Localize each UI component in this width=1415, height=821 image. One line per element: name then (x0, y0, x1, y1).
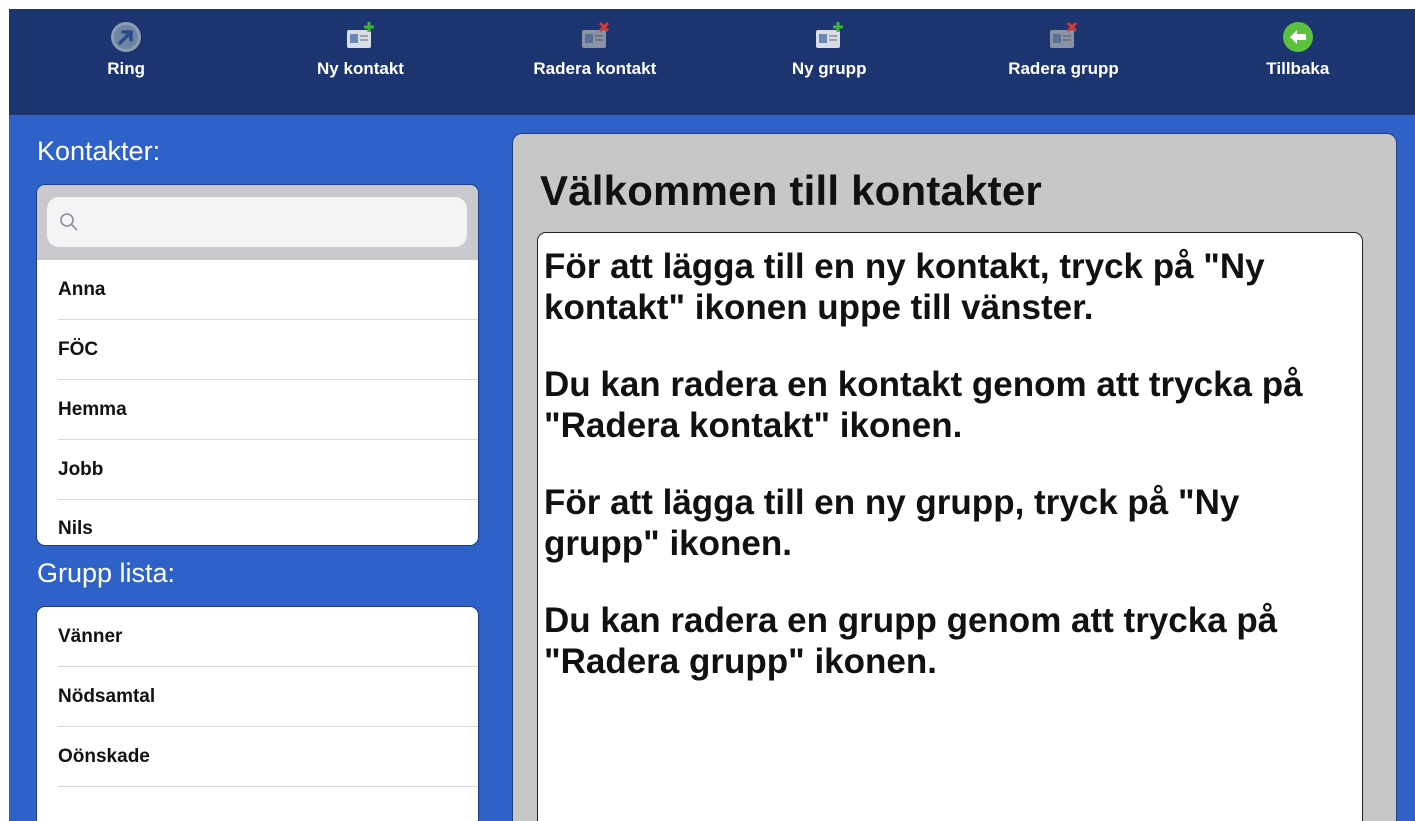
instruction-paragraph: För att lägga till en ny kontakt, tryck … (544, 247, 1265, 327)
instruction-paragraph: För att lägga till en ny grupp, tryck på… (544, 483, 1240, 563)
contact-item[interactable]: Hemma (37, 380, 478, 440)
groups-title: Grupp lista: (37, 558, 176, 588)
contacts-panel: Anna FÖC Hemma Jobb Nils (36, 184, 479, 546)
call-label: Ring (107, 59, 146, 78)
delete-group-button[interactable]: Radera grupp (946, 9, 1180, 115)
group-item[interactable]: Vänner (37, 607, 478, 667)
contact-item[interactable]: FÖC (37, 320, 478, 380)
new-group-button[interactable]: Ny grupp (712, 9, 946, 115)
add-contact-icon (347, 22, 375, 48)
groups-panel: Vänner Nödsamtal Oönskade (36, 606, 479, 821)
contact-item[interactable]: Anna (37, 260, 478, 320)
back-button[interactable]: Tillbaka (1181, 9, 1415, 115)
welcome-panel: Välkommen till kontakter För att lägga t… (512, 133, 1397, 821)
search-input[interactable] (87, 210, 461, 234)
new-group-label: Ny grupp (791, 59, 867, 78)
call-button[interactable]: Ring (9, 9, 243, 115)
delete-contact-label: Radera kontakt (533, 59, 657, 78)
new-contact-button[interactable]: Ny kontakt (243, 9, 477, 115)
group-item[interactable]: Nödsamtal (37, 667, 478, 727)
call-icon (111, 22, 142, 52)
welcome-title: Välkommen till kontakter (540, 167, 1042, 214)
search-icon (60, 213, 78, 231)
toolbar: Ring Ny kontakt Radera kontakt Ny grupp … (9, 9, 1415, 115)
search-field[interactable] (47, 197, 467, 247)
contact-item[interactable]: Nils (37, 500, 478, 540)
delete-contact-button[interactable]: Radera kontakt (478, 9, 712, 115)
contact-item[interactable]: Jobb (37, 440, 478, 500)
delete-group-label: Radera grupp (1008, 59, 1119, 78)
back-arrow-icon (1282, 22, 1313, 52)
group-item[interactable]: Oönskade (37, 727, 478, 787)
instructions-box: För att lägga till en ny kontakt, tryck … (537, 232, 1363, 821)
group-item[interactable] (37, 787, 478, 821)
contacts-app: Ring Ny kontakt Radera kontakt Ny grupp … (9, 9, 1415, 821)
instruction-paragraph: Du kan radera en kontakt genom att tryck… (544, 365, 1303, 445)
new-contact-label: Ny kontakt (317, 59, 404, 78)
add-group-icon (816, 22, 844, 48)
back-label: Tillbaka (1266, 59, 1330, 78)
instruction-paragraph: Du kan radera en grupp genom att trycka … (544, 601, 1278, 681)
contacts-title: Kontakter: (37, 136, 161, 166)
search-bar (37, 185, 478, 260)
delete-contact-icon (581, 21, 609, 48)
delete-group-icon (1050, 21, 1078, 48)
